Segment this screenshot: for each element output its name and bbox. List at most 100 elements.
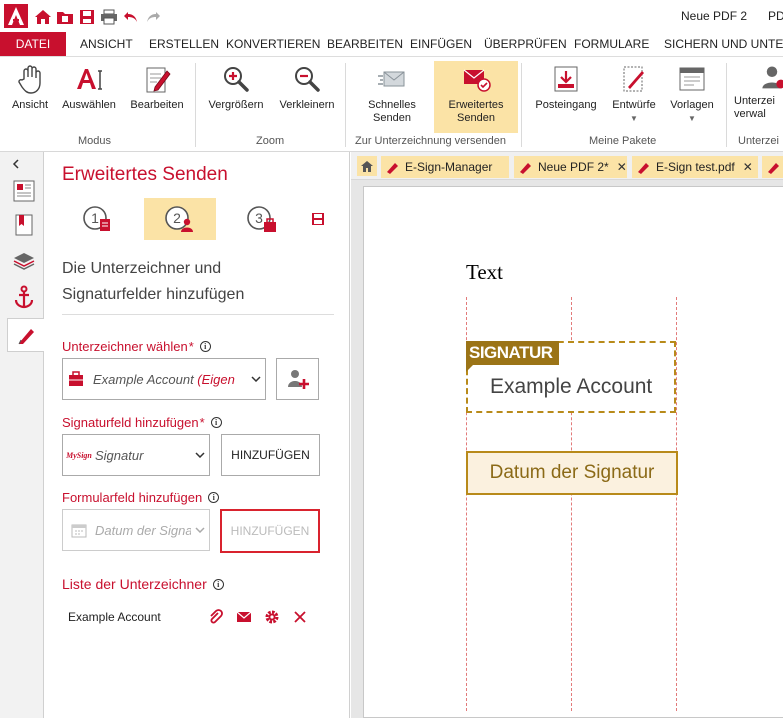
info-icon[interactable]: i bbox=[212, 578, 224, 590]
quick-send-icon bbox=[378, 71, 405, 87]
anchor-icon[interactable] bbox=[8, 282, 40, 312]
esign-pen-icon[interactable] bbox=[7, 318, 45, 352]
collapse-chevron-icon[interactable] bbox=[6, 154, 26, 174]
info-icon[interactable]: i bbox=[199, 341, 211, 352]
step-description-line-1: Die Unterzeichner und bbox=[62, 260, 222, 277]
thumbnails-icon[interactable] bbox=[8, 176, 40, 206]
svg-text:1: 1 bbox=[91, 210, 99, 226]
doc-tab-neue-pdf[interactable]: Neue PDF 2* ✕ bbox=[514, 156, 627, 178]
svg-text:2: 2 bbox=[173, 210, 181, 226]
step-1-button[interactable]: 1 bbox=[62, 198, 134, 240]
attachment-icon[interactable] bbox=[202, 606, 230, 628]
edit-mode-button[interactable]: Bearbeiten bbox=[124, 61, 190, 121]
select-mode-button[interactable]: Auswählen bbox=[58, 61, 120, 121]
tab-konvertieren[interactable]: KONVERTIEREN bbox=[226, 32, 320, 56]
tab-ueberpruefen[interactable]: ÜBERPRÜFEN bbox=[484, 32, 567, 56]
signature-date-label: Datum der Signatur bbox=[489, 462, 655, 483]
signer-select-label-text: Unterzeichner wählen bbox=[62, 339, 188, 354]
manage-signers-button[interactable]: Unterzei verwal bbox=[734, 61, 783, 121]
sigfield-label: Signaturfeld hinzufügen * i bbox=[62, 415, 222, 430]
esign-pen-icon bbox=[638, 163, 649, 174]
signature-date-field[interactable]: Datum der Signatur bbox=[466, 451, 678, 495]
group-label-zoom: Zoom bbox=[256, 135, 285, 147]
undo-icon[interactable] bbox=[120, 6, 142, 28]
doc-tab-label: Neue PDF 2* bbox=[538, 160, 609, 174]
chevron-down-icon bbox=[191, 452, 209, 458]
zoom-out-label: Verkleinern bbox=[279, 99, 335, 111]
view-mode-button[interactable]: Ansicht bbox=[6, 61, 54, 121]
zoom-in-button[interactable]: Vergrößern bbox=[204, 61, 268, 121]
doc-tab-label: E-Sign-Manager bbox=[405, 160, 493, 174]
document-text: Text bbox=[466, 260, 504, 284]
save-icon[interactable] bbox=[76, 6, 98, 28]
tab-sichern-und-unterzeichnen[interactable]: SICHERN UND UNTERZ bbox=[664, 32, 783, 56]
close-icon[interactable] bbox=[286, 606, 314, 628]
step-3-button[interactable]: 3 bbox=[226, 198, 298, 240]
doc-tab-esign-test[interactable]: E-Sign test.pdf ✕ bbox=[632, 156, 758, 178]
app-logo-icon[interactable] bbox=[4, 4, 28, 28]
esign-pen-icon bbox=[520, 163, 531, 174]
advanced-send-icon bbox=[463, 69, 491, 92]
ribbon-separator bbox=[195, 63, 196, 147]
advanced-send-panel: Erweitertes Senden 1 2 3 Die Unterzeichn… bbox=[44, 152, 350, 718]
edit-document-icon bbox=[146, 67, 171, 93]
add-signer-button[interactable] bbox=[276, 358, 319, 400]
home-tab-icon[interactable] bbox=[357, 156, 377, 176]
print-icon[interactable] bbox=[98, 6, 120, 28]
formfield-label-text: Formularfeld hinzufügen bbox=[62, 490, 203, 505]
signer-select[interactable]: Example Account (Eigen bbox=[62, 358, 266, 400]
tab-einfuegen[interactable]: EINFÜGEN bbox=[410, 32, 472, 56]
step-2-button[interactable]: 2 bbox=[144, 198, 216, 240]
tab-ansicht[interactable]: ANSICHT bbox=[80, 32, 133, 56]
close-tab-icon[interactable]: ✕ bbox=[743, 160, 753, 174]
tab-formulare[interactable]: FORMULARE bbox=[574, 32, 649, 56]
signers-list-label-text: Liste der Unterzeichner bbox=[62, 576, 207, 592]
zoom-in-label: Vergrößern bbox=[208, 99, 264, 111]
templates-dropdown-icon: ▼ bbox=[688, 114, 696, 123]
mail-icon[interactable] bbox=[230, 606, 258, 628]
svg-text:3: 3 bbox=[255, 210, 263, 226]
advanced-send-label: Erweitertes Senden bbox=[448, 99, 504, 124]
tab-bearbeiten[interactable]: BEARBEITEN bbox=[327, 32, 403, 56]
required-mark: * bbox=[188, 339, 194, 354]
document-tabs: E-Sign-Manager Neue PDF 2* ✕ E-Sign test… bbox=[351, 152, 783, 180]
open-folder-icon[interactable] bbox=[54, 6, 76, 28]
list-item: Example Account bbox=[62, 606, 334, 628]
quick-send-button[interactable]: Schnelles Senden bbox=[362, 61, 422, 131]
drafts-button[interactable]: Entwürfe ▼ bbox=[606, 61, 662, 133]
templates-button[interactable]: Vorlagen ▼ bbox=[666, 61, 718, 133]
briefcase-icon bbox=[69, 371, 83, 386]
add-formfield-button[interactable]: HINZUFÜGEN bbox=[220, 509, 320, 553]
layers-icon[interactable] bbox=[8, 246, 40, 276]
mysign-icon: MySign bbox=[63, 451, 95, 460]
doc-tab-esign-manager[interactable]: E-Sign-Manager bbox=[381, 156, 509, 178]
info-icon[interactable]: i bbox=[208, 492, 220, 503]
home-icon[interactable] bbox=[32, 6, 54, 28]
tab-datei[interactable]: DATEI bbox=[0, 32, 66, 56]
bookmarks-icon[interactable] bbox=[8, 210, 40, 240]
add-sigfield-button[interactable]: HINZUFÜGEN bbox=[221, 434, 320, 476]
inbox-button[interactable]: Posteingang bbox=[530, 61, 602, 121]
document-area: E-Sign-Manager Neue PDF 2* ✕ E-Sign test… bbox=[351, 152, 783, 718]
quick-send-label: Schnelles Senden bbox=[368, 99, 416, 124]
mysign-icon-text: MySign bbox=[66, 450, 92, 460]
required-mark: * bbox=[199, 415, 205, 430]
gear-icon[interactable] bbox=[258, 606, 286, 628]
info-icon[interactable]: i bbox=[210, 417, 222, 428]
signature-signer-name: Example Account bbox=[490, 375, 653, 398]
redo-icon[interactable] bbox=[142, 6, 164, 28]
doc-tab-overflow[interactable] bbox=[762, 156, 783, 178]
zoom-out-button[interactable]: Verkleinern bbox=[274, 61, 340, 121]
save-draft-button[interactable] bbox=[300, 198, 336, 240]
signer-select-value: Example Account bbox=[93, 371, 198, 387]
signature-field[interactable]: SIGNATUR Example Account bbox=[466, 341, 676, 413]
step-description-line-2: Signaturfelder hinzufügen bbox=[62, 286, 245, 303]
sigfield-label-text: Signaturfeld hinzufügen bbox=[62, 415, 199, 430]
tab-erstellen[interactable]: ERSTELLEN bbox=[149, 32, 219, 56]
formfield-select[interactable]: Datum der Signa bbox=[62, 509, 210, 551]
ribbon-separator bbox=[345, 63, 346, 147]
close-tab-icon[interactable]: ✕ bbox=[617, 160, 627, 174]
advanced-send-button[interactable]: Erweitertes Senden bbox=[434, 61, 518, 133]
inbox-icon bbox=[554, 66, 578, 92]
sigfield-select[interactable]: MySign Signatur bbox=[62, 434, 210, 476]
